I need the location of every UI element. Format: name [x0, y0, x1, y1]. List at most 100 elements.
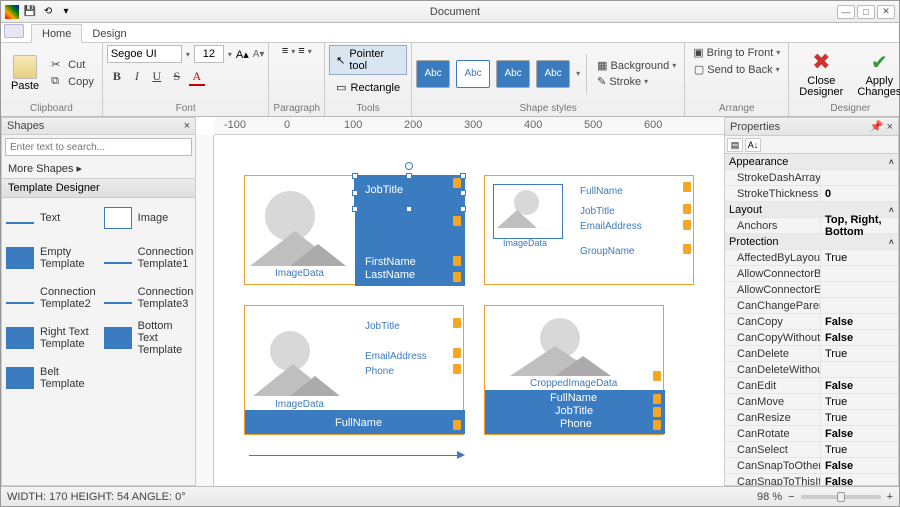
- shape-conn-t3[interactable]: Connection Template3: [100, 278, 198, 318]
- shape-bottom-text[interactable]: Bottom Text Template: [100, 318, 198, 358]
- group-label-clipboard: Clipboard: [5, 102, 98, 116]
- card1-imagedata-label: ImageData: [275, 268, 324, 279]
- italic-button[interactable]: I: [129, 69, 145, 86]
- prop-row[interactable]: AllowConnectorEndEdit: [725, 282, 898, 298]
- style-swatch-2[interactable]: Abc: [456, 60, 490, 88]
- styles-gallery-down-icon[interactable]: ▾: [576, 69, 580, 78]
- prop-row[interactable]: CanMoveTrue: [725, 394, 898, 410]
- font-size-dropdown-icon[interactable]: ▾: [228, 50, 232, 59]
- font-color-button[interactable]: A: [189, 69, 205, 86]
- shape-conn-t2[interactable]: Connection Template2: [2, 278, 100, 318]
- qat-save-icon[interactable]: 💾: [23, 5, 37, 19]
- prop-row[interactable]: CanChangeParent: [725, 298, 898, 314]
- prop-row[interactable]: CanEditFalse: [725, 378, 898, 394]
- shapes-search-input[interactable]: [5, 138, 192, 156]
- stroke-button[interactable]: ✎Stroke: [593, 74, 680, 89]
- props-sort-category-icon[interactable]: ▤: [727, 138, 743, 152]
- template-card-4[interactable]: CroppedImageData FullName JobTitle Phone: [484, 305, 664, 435]
- qat-undo-icon[interactable]: ⟲: [41, 5, 55, 19]
- prop-row[interactable]: AllowConnectorBeginEdit: [725, 266, 898, 282]
- design-canvas[interactable]: ImageData JobTitle FirstName LastName: [214, 135, 724, 486]
- align-left-button[interactable]: ≡: [282, 45, 288, 57]
- rectangle-tool-button[interactable]: ▭Rectangle: [329, 78, 407, 97]
- zoom-out-button[interactable]: −: [788, 491, 794, 503]
- zoom-slider[interactable]: [801, 495, 881, 499]
- template-card-2[interactable]: ImageData FullName JobTitle EmailAddress…: [484, 175, 694, 285]
- grow-font-button[interactable]: A▴: [236, 48, 249, 61]
- style-swatch-4[interactable]: Abc: [536, 60, 570, 88]
- send-to-back-button[interactable]: ▢Send to Back: [690, 62, 784, 77]
- close-button[interactable]: ✕: [877, 5, 895, 19]
- template-card-3[interactable]: ImageData JobTitle EmailAddress Phone Fu…: [244, 305, 464, 435]
- rotate-handle-icon[interactable]: [405, 162, 413, 170]
- connector-arrow[interactable]: [249, 455, 459, 456]
- bold-button[interactable]: B: [109, 69, 125, 86]
- prop-row[interactable]: AnchorsTop, Right, Bottom: [725, 218, 898, 234]
- align-top-button[interactable]: ≡: [298, 45, 304, 57]
- properties-title: Properties: [730, 121, 780, 133]
- shapes-category-header[interactable]: Template Designer: [2, 178, 195, 198]
- card2-jobtitle-label: JobTitle: [580, 206, 615, 217]
- back-icon: ▢: [694, 63, 704, 76]
- pointer-tool-button[interactable]: ↖Pointer tool: [329, 45, 407, 75]
- prop-row[interactable]: StrokeDashArray: [725, 170, 898, 186]
- shape-right-text[interactable]: Right Text Template: [2, 318, 100, 358]
- close-designer-button[interactable]: ✖ Close Designer: [793, 47, 849, 100]
- font-name-combo[interactable]: [107, 45, 182, 63]
- maximize-button[interactable]: □: [857, 5, 875, 19]
- background-button[interactable]: ▦Background: [593, 58, 680, 73]
- properties-pin-icon[interactable]: 📌: [870, 121, 884, 133]
- cursor-icon: ↖: [336, 54, 345, 67]
- shape-image[interactable]: Image: [100, 198, 198, 238]
- prop-row[interactable]: CanResizeTrue: [725, 410, 898, 426]
- ribbon-app-button[interactable]: [4, 24, 24, 38]
- scissors-icon: [51, 58, 65, 72]
- minimize-button[interactable]: —: [837, 5, 855, 19]
- strike-button[interactable]: S: [169, 69, 185, 86]
- prop-row[interactable]: CanSnapToOtherItemsFalse: [725, 458, 898, 474]
- paste-icon: [13, 55, 37, 79]
- underline-button[interactable]: U: [149, 69, 165, 86]
- font-size-combo[interactable]: [194, 45, 224, 63]
- more-shapes-button[interactable]: More Shapes ▸: [2, 159, 195, 178]
- group-font: ▾ ▾ A▴ A▾ B I U S A Font: [103, 43, 270, 116]
- paste-button[interactable]: Paste: [5, 53, 45, 94]
- prop-row[interactable]: AffectedByLayoutAlgorithmsTrue: [725, 250, 898, 266]
- shape-belt-template[interactable]: Belt Template: [2, 358, 100, 398]
- cut-button[interactable]: Cut: [47, 57, 98, 73]
- properties-close-icon[interactable]: ×: [887, 121, 893, 133]
- prop-section[interactable]: Appearance˄: [725, 154, 898, 170]
- ruler-horizontal: -100 0 100 200 300 400 500 600: [214, 117, 724, 135]
- style-swatch-1[interactable]: Abc: [416, 60, 450, 88]
- prop-row[interactable]: CanSelectTrue: [725, 442, 898, 458]
- prop-row[interactable]: CanSnapToThisItemFalse: [725, 474, 898, 485]
- style-swatch-3[interactable]: Abc: [496, 60, 530, 88]
- prop-row[interactable]: CanCopyFalse: [725, 314, 898, 330]
- zoom-in-button[interactable]: +: [887, 491, 893, 503]
- prop-row[interactable]: CanCopyWithoutParentFalse: [725, 330, 898, 346]
- shape-conn-t1[interactable]: Connection Template1: [100, 238, 198, 278]
- prop-row[interactable]: CanRotateFalse: [725, 426, 898, 442]
- font-name-dropdown-icon[interactable]: ▾: [186, 50, 190, 59]
- card1-first-label: FirstName: [365, 256, 416, 268]
- copy-button[interactable]: Copy: [47, 74, 98, 90]
- prop-row[interactable]: StrokeThickness0: [725, 186, 898, 202]
- apply-changes-button[interactable]: ✔ Apply Changes: [851, 48, 900, 100]
- shape-empty-template[interactable]: Empty Template: [2, 238, 100, 278]
- props-sort-alpha-icon[interactable]: A↓: [745, 138, 761, 152]
- shape-text[interactable]: Text: [2, 198, 100, 238]
- ribbon-tabs: Home Design: [1, 23, 899, 43]
- shapes-panel-close-icon[interactable]: ×: [184, 120, 190, 132]
- tab-home[interactable]: Home: [31, 24, 82, 43]
- card3-jobtitle-label: JobTitle: [365, 321, 400, 332]
- properties-grid[interactable]: Appearance˄StrokeDashArrayStrokeThicknes…: [725, 154, 898, 485]
- bring-to-front-button[interactable]: ▣Bring to Front: [689, 45, 784, 60]
- prop-row[interactable]: CanDeleteWithoutParent: [725, 362, 898, 378]
- qat-dropdown-icon[interactable]: ▾: [59, 5, 73, 19]
- card1-last-label: LastName: [365, 269, 415, 281]
- apply-icon: ✔: [871, 50, 888, 75]
- tab-design[interactable]: Design: [82, 25, 136, 42]
- shrink-font-button[interactable]: A▾: [253, 49, 265, 60]
- card4-jobtitle-label: JobTitle: [555, 405, 593, 417]
- prop-row[interactable]: CanDeleteTrue: [725, 346, 898, 362]
